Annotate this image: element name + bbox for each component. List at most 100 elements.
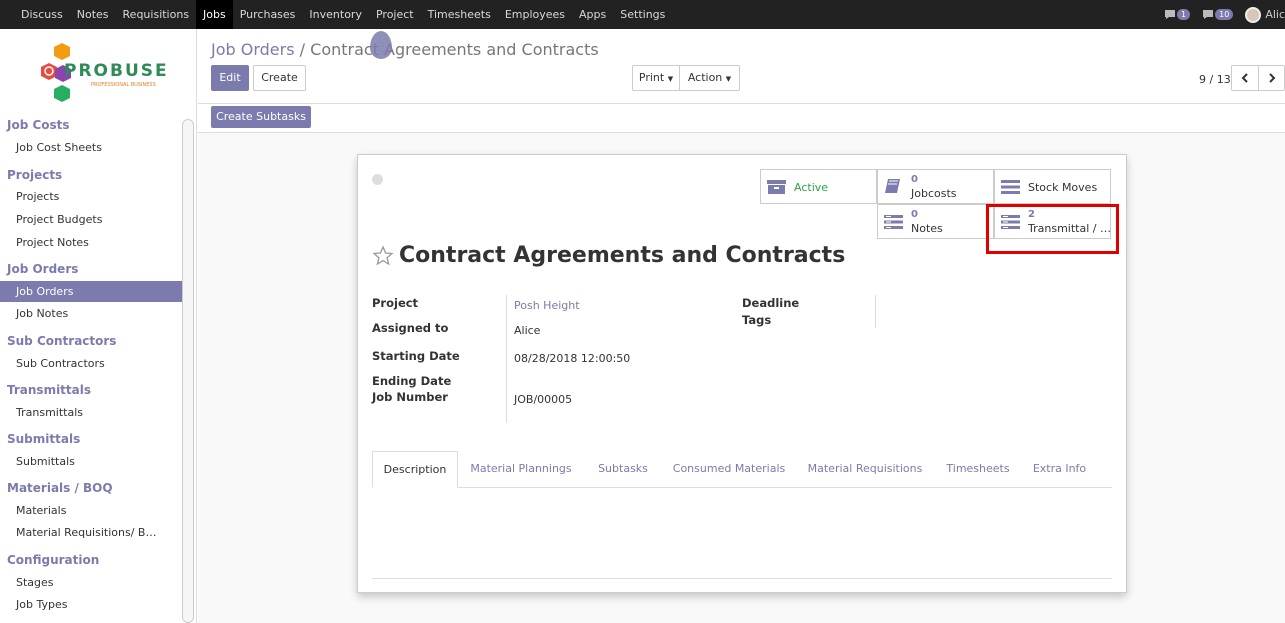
sidebar-item-project-notes[interactable]: Project Notes <box>0 232 182 253</box>
active-label: Active <box>794 181 829 194</box>
notes-label: Notes <box>911 222 943 235</box>
tab-timesheets[interactable]: Timesheets <box>941 451 1015 488</box>
pager-value[interactable]: 9 / 13 <box>1199 73 1231 86</box>
caret-down-icon: ▼ <box>667 75 674 83</box>
menu-employees[interactable]: Employees <box>498 0 572 29</box>
sidebar-item-submittals[interactable]: Submittals <box>0 451 182 472</box>
chevron-right-icon <box>1268 73 1275 83</box>
sidebar-scrollbar[interactable] <box>182 119 194 623</box>
project-label: Project <box>372 296 419 310</box>
stock-moves-button[interactable]: Stock Moves <box>994 169 1111 204</box>
sidebar-item-projects[interactable]: Projects <box>0 186 182 207</box>
sidebar-item-job-cost-sheets[interactable]: Job Cost Sheets <box>0 137 182 158</box>
comments-icon <box>1203 10 1214 19</box>
notes-count: 0 <box>911 209 918 220</box>
form-statusbar: Create Subtasks <box>198 104 1285 133</box>
assigned-label: Assigned to <box>372 321 449 335</box>
chat-count-badge: 1 <box>1177 9 1191 20</box>
sidebar-item-materials[interactable]: Materials <box>0 500 182 521</box>
tab-subtasks[interactable]: Subtasks <box>590 451 656 488</box>
tab-description[interactable]: Description <box>372 451 458 488</box>
create-button[interactable]: Create <box>253 65 306 91</box>
control-panel: Job Orders / Contract Agreements and Con… <box>198 29 1285 104</box>
menu-settings[interactable]: Settings <box>613 0 672 29</box>
activity-button[interactable]: 10 <box>1202 9 1234 20</box>
active-toggle-button[interactable]: Active <box>760 169 877 204</box>
menu-discuss[interactable]: Discuss <box>14 0 70 29</box>
menu-notes[interactable]: Notes <box>70 0 116 29</box>
menu-timesheets[interactable]: Timesheets <box>421 0 498 29</box>
menu-requisitions[interactable]: Requisitions <box>116 0 197 29</box>
starting-date-label: Starting Date <box>372 349 460 363</box>
sidebar-item-job-types[interactable]: Job Types <box>0 594 182 615</box>
activity-count-badge: 10 <box>1215 9 1234 20</box>
sidebar-section-materials-boq[interactable]: Materials / BOQ <box>7 481 113 495</box>
chat-button[interactable]: 1 <box>1164 9 1191 20</box>
jobcosts-button[interactable]: 0 Jobcosts <box>877 169 994 204</box>
sidebar-section-sub-contractors[interactable]: Sub Contractors <box>7 334 116 348</box>
tab-material-plannings[interactable]: Material Plannings <box>466 451 576 488</box>
book-icon <box>885 179 900 193</box>
field-divider <box>875 295 876 328</box>
starting-date-value: 08/28/2018 12:00:50 <box>514 352 631 365</box>
user-menu[interactable]: Alic <box>1265 8 1285 21</box>
form-view: Active 0 Jobcosts Stock Moves 0 Notes 2 … <box>198 133 1285 623</box>
ending-date-label: Ending Date <box>372 374 452 388</box>
pager-next-button[interactable] <box>1258 65 1285 91</box>
tab-extra-info[interactable]: Extra Info <box>1028 451 1091 488</box>
sidebar-item-job-notes[interactable]: Job Notes <box>0 303 182 324</box>
project-value[interactable]: Posh Height <box>514 299 580 312</box>
record-title: Contract Agreements and Contracts <box>399 243 846 268</box>
action-label: Action <box>687 71 723 84</box>
company-logo: PROBUSE PROFESSIONAL BUSINESS <box>34 41 174 107</box>
chevron-left-icon <box>1241 73 1248 83</box>
menu-inventory[interactable]: Inventory <box>302 0 369 29</box>
breadcrumb-separator: / <box>299 40 306 59</box>
menu-purchases[interactable]: Purchases <box>233 0 303 29</box>
sidebar-item-project-budgets[interactable]: Project Budgets <box>0 209 182 230</box>
breadcrumb-current: Contract Agreements and Contracts <box>310 40 599 59</box>
notes-button[interactable]: 0 Notes <box>877 204 994 239</box>
breadcrumb-job-orders[interactable]: Job Orders <box>211 40 295 59</box>
sidebar-item-stages[interactable]: Stages <box>0 572 182 593</box>
sidebar: PROBUSE PROFESSIONAL BUSINESS Job Costs … <box>0 29 197 623</box>
chat-icon <box>1165 10 1176 19</box>
logo-wordmark: PROBUSE <box>64 61 169 81</box>
kanban-state-icon[interactable] <box>372 174 383 185</box>
menu-apps[interactable]: Apps <box>572 0 613 29</box>
assigned-value: Alice <box>514 324 541 337</box>
sidebar-section-submittals[interactable]: Submittals <box>7 432 80 446</box>
pager-previous-button[interactable] <box>1231 65 1259 91</box>
menu-project[interactable]: Project <box>369 0 421 29</box>
avatar[interactable] <box>1245 6 1262 23</box>
create-subtasks-button[interactable]: Create Subtasks <box>211 106 311 128</box>
action-dropdown[interactable]: Action ▼ <box>679 65 740 91</box>
sidebar-section-projects[interactable]: Projects <box>7 168 62 182</box>
form-sheet: Active 0 Jobcosts Stock Moves 0 Notes 2 … <box>357 154 1127 593</box>
tab-material-requisitions[interactable]: Material Requisitions <box>801 451 929 488</box>
sidebar-section-job-orders[interactable]: Job Orders <box>7 262 78 276</box>
job-number-value: JOB/00005 <box>514 393 573 406</box>
notebook-tabs: Description Material Plannings Subtasks … <box>372 451 1112 488</box>
sidebar-section-job-costs[interactable]: Job Costs <box>7 118 70 132</box>
menu-jobs[interactable]: Jobs <box>196 0 233 29</box>
top-navbar: Discuss Notes Requisitions Jobs Purchase… <box>0 0 1285 29</box>
archive-icon <box>767 180 786 194</box>
sidebar-section-transmittals[interactable]: Transmittals <box>7 383 91 397</box>
highlight-box <box>986 204 1119 254</box>
tags-label: Tags <box>742 313 772 327</box>
star-icon[interactable] <box>372 244 394 267</box>
sidebar-item-sub-contractors[interactable]: Sub Contractors <box>0 353 182 374</box>
print-dropdown[interactable]: Print ▼ <box>632 65 680 91</box>
sidebar-section-configuration[interactable]: Configuration <box>7 553 99 567</box>
sidebar-item-job-orders[interactable]: Job Orders <box>0 281 182 302</box>
tab-consumed-materials[interactable]: Consumed Materials <box>669 451 789 488</box>
edit-button[interactable]: Edit <box>211 65 249 91</box>
tab-content-divider <box>372 578 1112 579</box>
sidebar-item-transmittals[interactable]: Transmittals <box>0 402 182 423</box>
main-menu: Discuss Notes Requisitions Jobs Purchase… <box>14 0 672 29</box>
sidebar-item-material-requisitions[interactable]: Material Requisitions/ B… <box>0 522 182 543</box>
systray: 1 10 Alic <box>1164 0 1285 29</box>
field-divider <box>506 295 507 423</box>
bars-icon <box>1001 180 1020 194</box>
